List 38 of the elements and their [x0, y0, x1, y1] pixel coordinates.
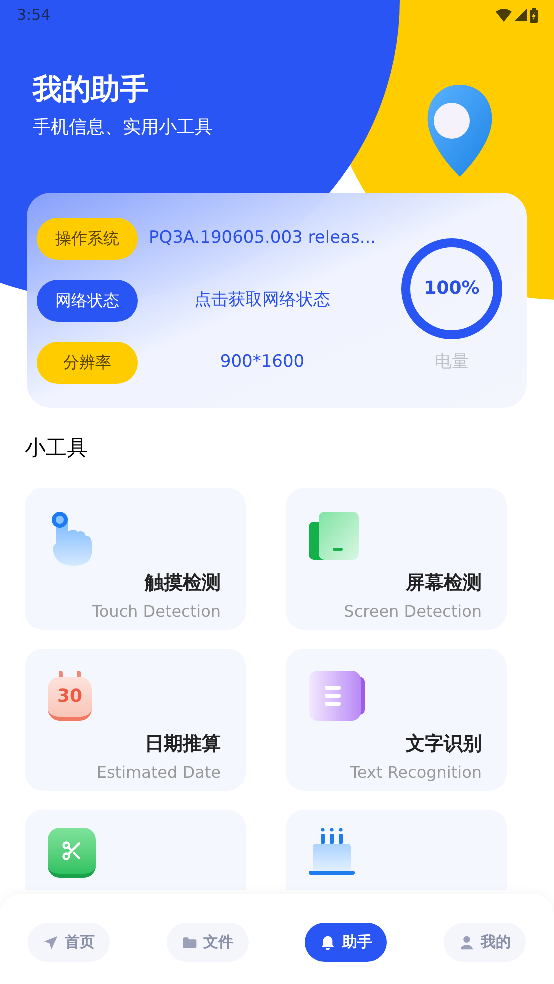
tool-title: 屏幕检测: [406, 571, 482, 596]
tool-title: 文字识别: [406, 732, 482, 757]
info-value: PQ3A.190605.003 releas...: [148, 226, 378, 250]
tool-card[interactable]: 文字识别 Text Recognition: [286, 649, 507, 791]
tool-title: 触摸检测: [145, 571, 221, 596]
bell-icon: [320, 934, 336, 950]
tool-subtitle: Text Recognition: [350, 762, 482, 784]
tool-card[interactable]: 触摸检测 Touch Detection: [25, 488, 246, 630]
person-icon: [458, 934, 475, 950]
info-label-pill: 分辨率: [37, 342, 138, 384]
wifi-icon: [496, 8, 512, 22]
battery-icon: [530, 8, 538, 22]
document-icon: [309, 671, 367, 721]
scissors-icon: [48, 828, 96, 878]
paper-plane-icon: [43, 934, 59, 950]
info-label-pill: 操作系统: [37, 218, 138, 260]
status-time: 3:54: [17, 4, 51, 26]
tool-card[interactable]: [25, 810, 246, 890]
tool-title: 日期推算: [145, 732, 221, 757]
info-value: 点击获取网络状态: [194, 288, 332, 312]
tool-card[interactable]: [286, 810, 507, 890]
tool-subtitle: Touch Detection: [92, 600, 221, 622]
section-title: 小工具: [25, 435, 89, 462]
tool-subtitle: Estimated Date: [96, 762, 221, 784]
signal-icon: [515, 9, 527, 21]
tool-card[interactable]: 屏幕检测 Screen Detection: [286, 488, 507, 630]
tool-subtitle: Screen Detection: [344, 600, 482, 622]
page-title: 我的助手: [33, 71, 150, 108]
tool-card[interactable]: 30 日期推算 Estimated Date: [25, 649, 246, 791]
page-subtitle: 手机信息、实用小工具: [33, 116, 213, 140]
folder-icon: [182, 934, 198, 950]
nav-tab[interactable]: 助手: [305, 923, 388, 962]
info-value: 900*1600: [219, 350, 306, 374]
info-label-pill: 网络状态: [37, 280, 138, 322]
location-pin-icon: [426, 85, 494, 177]
birthday-cake-icon: [309, 828, 355, 876]
battery-percentage: 100%: [423, 277, 481, 302]
screen-icon: [309, 510, 361, 562]
